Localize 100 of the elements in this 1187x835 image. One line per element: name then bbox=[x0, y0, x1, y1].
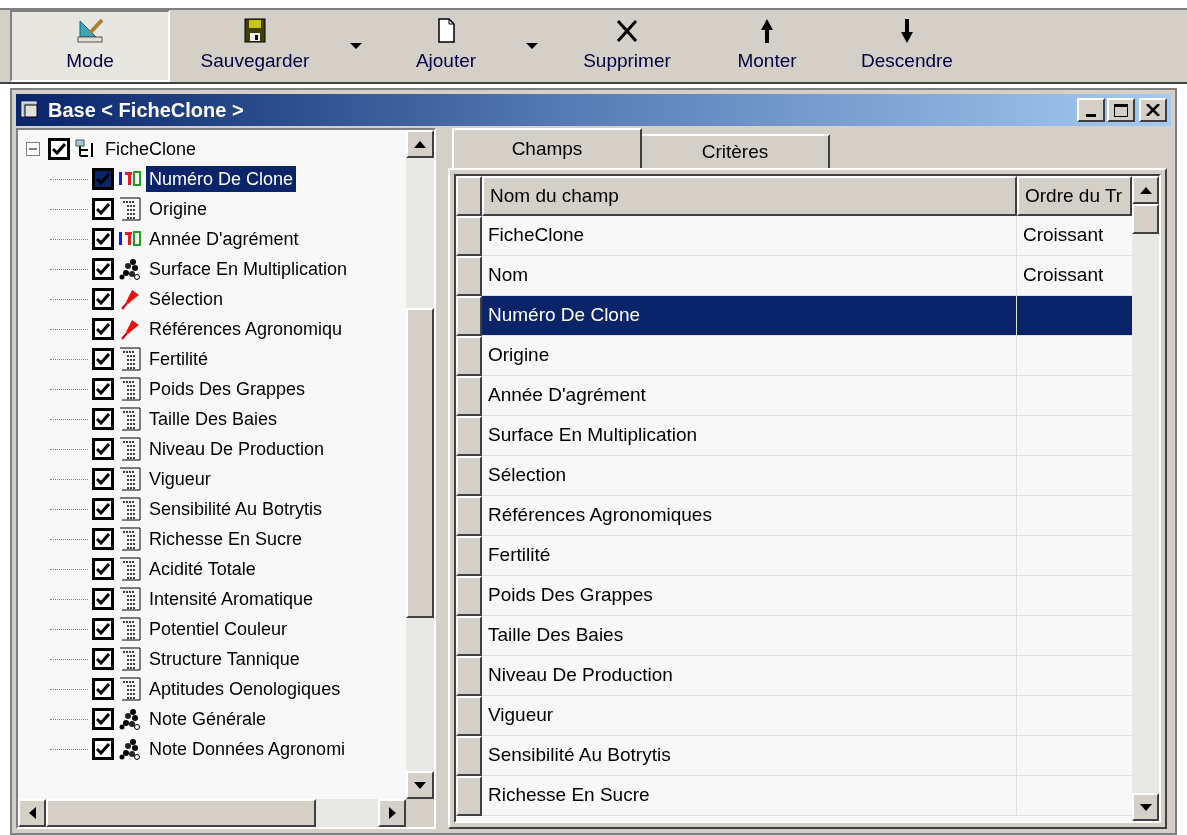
checkbox[interactable] bbox=[92, 498, 114, 520]
tab[interactable]: Critères bbox=[640, 134, 830, 168]
row-header[interactable] bbox=[456, 736, 482, 776]
tab[interactable]: Champs bbox=[452, 128, 642, 168]
text-lines-icon bbox=[118, 617, 142, 641]
close-button[interactable] bbox=[1139, 98, 1167, 122]
minimize-button[interactable] bbox=[1077, 98, 1105, 122]
tree-item[interactable]: Taille Des Baies bbox=[146, 406, 281, 432]
row-header[interactable] bbox=[456, 256, 482, 296]
table-cell: Année D'agrément bbox=[482, 376, 1017, 416]
row-header[interactable] bbox=[456, 416, 482, 456]
tree-item[interactable]: Année D'agrément bbox=[146, 226, 302, 252]
right-arrow-icon bbox=[388, 807, 396, 819]
scroll-thumb[interactable] bbox=[46, 799, 316, 827]
scroll-thumb[interactable] bbox=[1132, 204, 1159, 234]
checkbox[interactable] bbox=[92, 318, 114, 340]
tree-item[interactable]: Richesse En Sucre bbox=[146, 526, 306, 552]
scroll-thumb[interactable] bbox=[406, 308, 434, 618]
tree-item[interactable]: Références Agronomiqu bbox=[146, 316, 346, 342]
checkbox[interactable] bbox=[92, 258, 114, 280]
ruler-pencil-icon bbox=[76, 16, 104, 45]
scroll-up-button[interactable] bbox=[1132, 176, 1159, 204]
check-icon bbox=[96, 323, 110, 335]
row-header[interactable] bbox=[456, 696, 482, 736]
toolbar-button[interactable]: Mode bbox=[10, 10, 170, 82]
row-header[interactable] bbox=[456, 456, 482, 496]
scroll-up-button[interactable] bbox=[406, 130, 434, 158]
row-header[interactable] bbox=[456, 576, 482, 616]
toolbar-button[interactable]: Supprimer bbox=[552, 10, 702, 82]
checkbox[interactable] bbox=[48, 138, 70, 160]
toolbar-button[interactable]: Sauvegarder bbox=[170, 10, 340, 82]
checkbox[interactable] bbox=[92, 528, 114, 550]
row-header[interactable] bbox=[456, 496, 482, 536]
toolbar-button[interactable]: Descendre bbox=[832, 10, 982, 82]
caret-icon bbox=[526, 43, 538, 49]
collapse-toggle[interactable] bbox=[26, 142, 40, 156]
checkbox[interactable] bbox=[92, 648, 114, 670]
tree-item[interactable]: Fertilité bbox=[146, 346, 211, 372]
tree-item[interactable]: Sélection bbox=[146, 286, 227, 312]
checkbox[interactable] bbox=[92, 228, 114, 250]
text-lines-icon bbox=[118, 647, 142, 671]
checkbox[interactable] bbox=[92, 198, 114, 220]
tree-item[interactable]: Niveau De Production bbox=[146, 436, 328, 462]
close-icon bbox=[1146, 104, 1160, 116]
checkbox[interactable] bbox=[92, 288, 114, 310]
checkbox[interactable] bbox=[92, 708, 114, 730]
tree-item[interactable]: Aptitudes Oenologiques bbox=[146, 676, 344, 702]
row-header[interactable] bbox=[456, 656, 482, 696]
maximize-button[interactable] bbox=[1107, 98, 1135, 122]
tree-item[interactable]: Acidité Totale bbox=[146, 556, 259, 582]
tree-item[interactable]: Poids Des Grappes bbox=[146, 376, 309, 402]
row-header[interactable] bbox=[456, 216, 482, 256]
tree-item[interactable]: Sensibilité Au Botrytis bbox=[146, 496, 326, 522]
row-header[interactable] bbox=[456, 776, 482, 816]
checkbox[interactable] bbox=[92, 348, 114, 370]
horizontal-scrollbar[interactable] bbox=[18, 799, 406, 827]
tree-item[interactable]: Note Générale bbox=[146, 706, 270, 732]
vertical-scrollbar[interactable] bbox=[1132, 176, 1159, 821]
vertical-scrollbar[interactable] bbox=[406, 130, 434, 799]
row-header[interactable] bbox=[456, 296, 482, 336]
check-icon bbox=[96, 593, 110, 605]
column-header[interactable]: Ordre du Tr bbox=[1017, 176, 1132, 216]
maximize-icon bbox=[1114, 103, 1128, 117]
table-cell: Origine bbox=[482, 336, 1017, 376]
check-icon bbox=[96, 623, 110, 635]
toolbar-button[interactable]: Ajouter bbox=[376, 10, 516, 82]
checkbox[interactable] bbox=[92, 168, 114, 190]
scroll-down-button[interactable] bbox=[1132, 793, 1159, 821]
text-lines-icon bbox=[118, 377, 142, 401]
check-icon bbox=[96, 533, 110, 545]
checkbox[interactable] bbox=[92, 618, 114, 640]
checkbox[interactable] bbox=[92, 678, 114, 700]
tree-item[interactable]: Intensité Aromatique bbox=[146, 586, 317, 612]
checkbox[interactable] bbox=[92, 738, 114, 760]
toolbar-button[interactable]: Monter bbox=[702, 10, 832, 82]
scroll-right-button[interactable] bbox=[378, 799, 406, 827]
checkbox[interactable] bbox=[92, 438, 114, 460]
column-header[interactable]: Nom du champ bbox=[482, 176, 1017, 216]
checkbox[interactable] bbox=[92, 408, 114, 430]
tree-item[interactable]: Potentiel Couleur bbox=[146, 616, 291, 642]
checkbox[interactable] bbox=[92, 588, 114, 610]
row-header[interactable] bbox=[456, 536, 482, 576]
tree-item[interactable]: Numéro De Clone bbox=[146, 166, 297, 192]
row-header[interactable] bbox=[456, 336, 482, 376]
check-icon bbox=[96, 293, 110, 305]
scroll-left-button[interactable] bbox=[18, 799, 46, 827]
checkbox[interactable] bbox=[92, 468, 114, 490]
tree-item[interactable]: Vigueur bbox=[146, 466, 214, 492]
row-header[interactable] bbox=[456, 616, 482, 656]
text-lines-icon bbox=[118, 347, 142, 371]
tree-item[interactable]: FicheClone bbox=[102, 136, 200, 162]
tree-item[interactable]: Structure Tannique bbox=[146, 646, 303, 672]
text-lines-icon bbox=[118, 527, 142, 551]
tree-item[interactable]: Note Données Agronomi bbox=[146, 736, 349, 762]
checkbox[interactable] bbox=[92, 378, 114, 400]
tree-item[interactable]: Origine bbox=[146, 196, 211, 222]
row-header[interactable] bbox=[456, 376, 482, 416]
checkbox[interactable] bbox=[92, 558, 114, 580]
scroll-down-button[interactable] bbox=[406, 771, 434, 799]
tree-item[interactable]: Surface En Multiplication bbox=[146, 256, 351, 282]
